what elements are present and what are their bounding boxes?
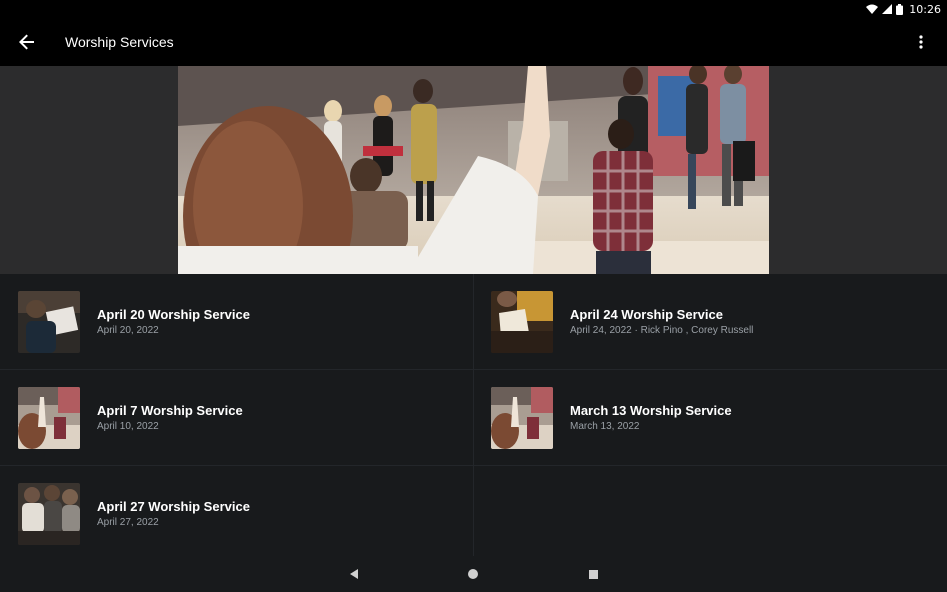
service-date: April 27, 2022 xyxy=(97,517,159,528)
service-title: April 24 Worship Service xyxy=(570,307,723,322)
wifi-icon xyxy=(866,4,879,14)
app-bar: Worship Services xyxy=(0,18,947,66)
nav-home-button[interactable] xyxy=(463,565,483,583)
service-date: April 24, 2022 · Rick Pino , Corey Russe… xyxy=(570,325,754,336)
list-item[interactable]: March 13 Worship Service March 13, 2022 xyxy=(491,370,931,466)
service-thumbnail xyxy=(18,387,80,449)
overflow-menu-button[interactable] xyxy=(905,26,937,58)
system-nav-bar xyxy=(0,556,947,592)
service-thumbnail xyxy=(491,387,553,449)
list-item[interactable]: April 24 Worship Service April 24, 2022 … xyxy=(491,274,931,370)
service-thumbnail xyxy=(491,291,553,353)
service-thumbnail xyxy=(18,291,80,353)
service-date: April 10, 2022 xyxy=(97,421,159,432)
column-divider xyxy=(473,274,474,556)
service-title: April 20 Worship Service xyxy=(97,307,250,322)
service-date: March 13, 2022 xyxy=(570,421,640,432)
list-item[interactable]: April 7 Worship Service April 10, 2022 xyxy=(18,370,458,466)
nav-home-icon xyxy=(468,569,478,579)
list-item[interactable]: April 20 Worship Service April 20, 2022 xyxy=(18,274,458,370)
status-bar: 10:26 xyxy=(0,0,947,18)
more-vert-icon xyxy=(919,35,923,49)
nav-recents-button[interactable] xyxy=(583,565,603,583)
page-title: Worship Services xyxy=(65,34,174,50)
nav-back-icon xyxy=(350,569,358,579)
service-thumbnail xyxy=(18,483,80,545)
status-time: 10:26 xyxy=(909,2,941,16)
battery-icon xyxy=(896,3,904,15)
service-date: April 20, 2022 xyxy=(97,325,159,336)
list-item[interactable]: April 27 Worship Service April 27, 2022 xyxy=(18,466,458,562)
nav-recents-icon xyxy=(588,569,598,579)
back-button[interactable] xyxy=(7,22,47,62)
nav-back-button[interactable] xyxy=(344,565,364,583)
arrow-back-icon xyxy=(19,34,34,50)
hero-banner xyxy=(0,66,947,274)
service-title: April 27 Worship Service xyxy=(97,499,250,514)
service-title: March 13 Worship Service xyxy=(570,403,732,418)
signal-icon xyxy=(882,4,893,14)
services-list: April 20 Worship Service April 20, 2022 … xyxy=(0,274,947,556)
hero-image xyxy=(178,66,769,274)
service-title: April 7 Worship Service xyxy=(97,403,243,418)
